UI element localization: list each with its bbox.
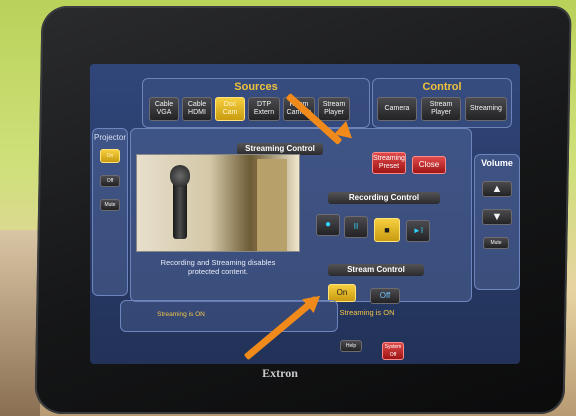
- source-doc-cam-button[interactable]: Doc Cam: [215, 97, 245, 121]
- control-camera-button[interactable]: Camera: [377, 97, 417, 121]
- source-stream-player-button[interactable]: Stream Player: [318, 97, 350, 121]
- volume-title: Volume: [481, 158, 513, 168]
- sources-group: Sources Cable VGA Cable HDMI Doc Cam DTP…: [142, 78, 370, 128]
- volume-panel: Volume ▲ ▼ Mute: [474, 154, 520, 290]
- control-group: Control Camera Stream Player Streaming: [372, 78, 512, 128]
- extron-logo: Extron: [262, 366, 298, 380]
- projector-mute-button[interactable]: Mute: [100, 199, 120, 211]
- sources-title: Sources: [234, 81, 278, 93]
- source-dtp-extern-button[interactable]: DTP Extern: [248, 97, 280, 121]
- stream-off-button[interactable]: Off: [370, 288, 400, 304]
- pause-button[interactable]: II: [344, 216, 368, 238]
- stop-button[interactable]: ■: [374, 218, 400, 242]
- record-button[interactable]: ●: [316, 214, 340, 236]
- footer-status: Streaming is ON: [157, 311, 205, 318]
- camera-preview: [136, 154, 300, 252]
- streaming-preset-button[interactable]: Streaming Preset: [372, 152, 406, 174]
- source-cable-vga-button[interactable]: Cable VGA: [149, 97, 179, 121]
- preview-microphone-head: [170, 165, 190, 187]
- control-title: Control: [422, 81, 462, 93]
- volume-down-button[interactable]: ▼: [482, 209, 512, 225]
- preview-door: [255, 159, 287, 251]
- system-off-button[interactable]: System Off: [382, 342, 404, 360]
- projector-panel: Projector On Off Mute: [92, 128, 128, 296]
- recording-control-title: Recording Control: [328, 192, 440, 204]
- projector-off-button[interactable]: Off: [100, 175, 120, 187]
- close-button[interactable]: Close: [412, 156, 446, 174]
- help-button[interactable]: Help: [340, 340, 362, 352]
- volume-mute-button[interactable]: Mute: [483, 237, 509, 249]
- projector-title: Projector: [93, 133, 126, 142]
- stream-control-title: Stream Control: [328, 264, 424, 276]
- streaming-note: Recording and Streaming disables protect…: [160, 258, 276, 276]
- source-cable-hdmi-button[interactable]: Cable HDMI: [182, 97, 212, 121]
- skip-button[interactable]: ►I: [406, 220, 430, 242]
- control-streaming-button[interactable]: Streaming: [465, 97, 507, 121]
- control-stream-player-button[interactable]: Stream Player: [421, 97, 461, 121]
- volume-up-button[interactable]: ▲: [482, 181, 512, 197]
- projector-on-button[interactable]: On: [100, 149, 120, 163]
